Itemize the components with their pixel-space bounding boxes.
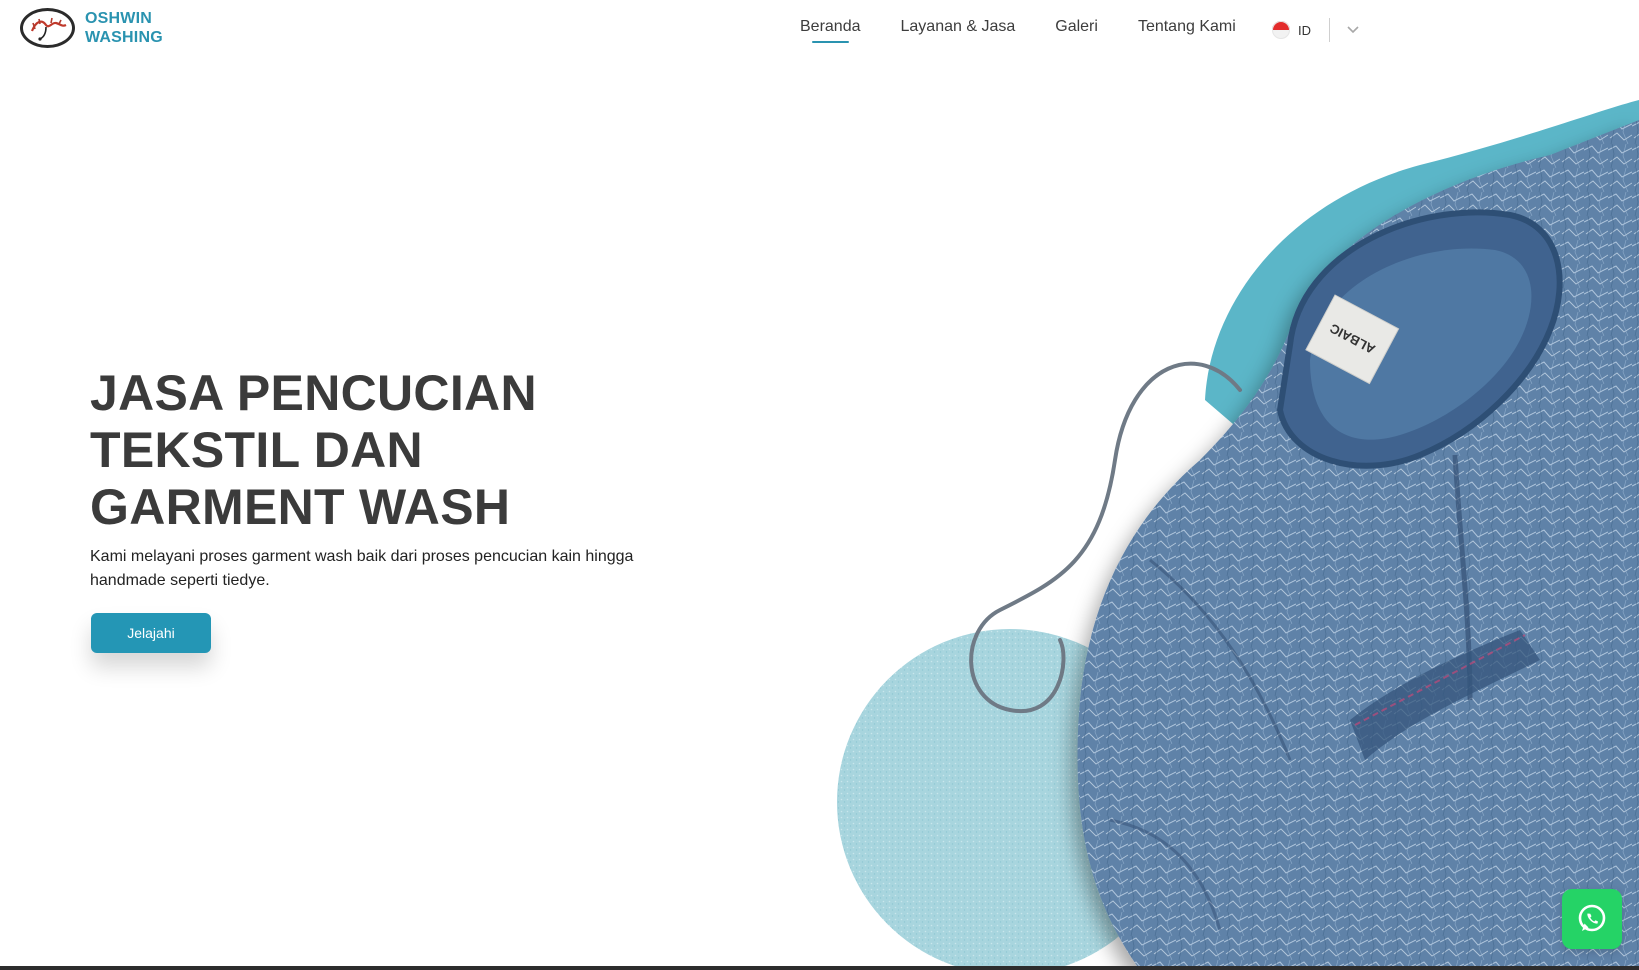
language-divider xyxy=(1329,18,1330,42)
chevron-down-icon[interactable] xyxy=(1346,23,1360,37)
teal-blob-shape xyxy=(1205,100,1639,430)
speckled-circle-shape xyxy=(837,629,1183,970)
whatsapp-button[interactable] xyxy=(1562,889,1622,949)
brand[interactable]: OSHWIN WASHING xyxy=(20,8,163,48)
whatsapp-icon xyxy=(1578,904,1606,932)
language-code: ID xyxy=(1298,22,1311,38)
page: OSHWIN WASHING Beranda Layanan & Jasa Ga… xyxy=(0,0,1639,970)
nav-item-layanan-jasa[interactable]: Layanan & Jasa xyxy=(901,18,1016,36)
brand-name: OSHWIN WASHING xyxy=(85,9,163,47)
brand-name-line1: OSHWIN xyxy=(85,10,152,27)
language-selector[interactable]: ID xyxy=(1272,18,1360,42)
nav-item-beranda[interactable]: Beranda xyxy=(800,18,861,43)
nav-item-tentang-kami[interactable]: Tentang Kami xyxy=(1138,18,1236,36)
nav-item-galeri[interactable]: Galeri xyxy=(1055,18,1098,36)
explore-button[interactable]: Jelajahi xyxy=(91,613,211,653)
dragon-logo-icon xyxy=(20,8,75,48)
shirt-tag-label: ALBAIC xyxy=(1327,320,1378,357)
indonesia-flag-icon xyxy=(1272,21,1290,39)
cord-line xyxy=(969,361,1242,714)
main-nav: Beranda Layanan & Jasa Galeri Tentang Ka… xyxy=(800,18,1236,43)
bottom-edge-bar xyxy=(0,966,1639,970)
denim-shirt-image: ALBAIC xyxy=(1077,120,1639,970)
brand-name-line2: WASHING xyxy=(85,29,163,46)
hero-description: Kami melayani proses garment wash baik d… xyxy=(90,548,634,589)
hero-title: JASA PENCUCIAN TEKSTIL DAN GARMENT WASH xyxy=(90,365,537,535)
